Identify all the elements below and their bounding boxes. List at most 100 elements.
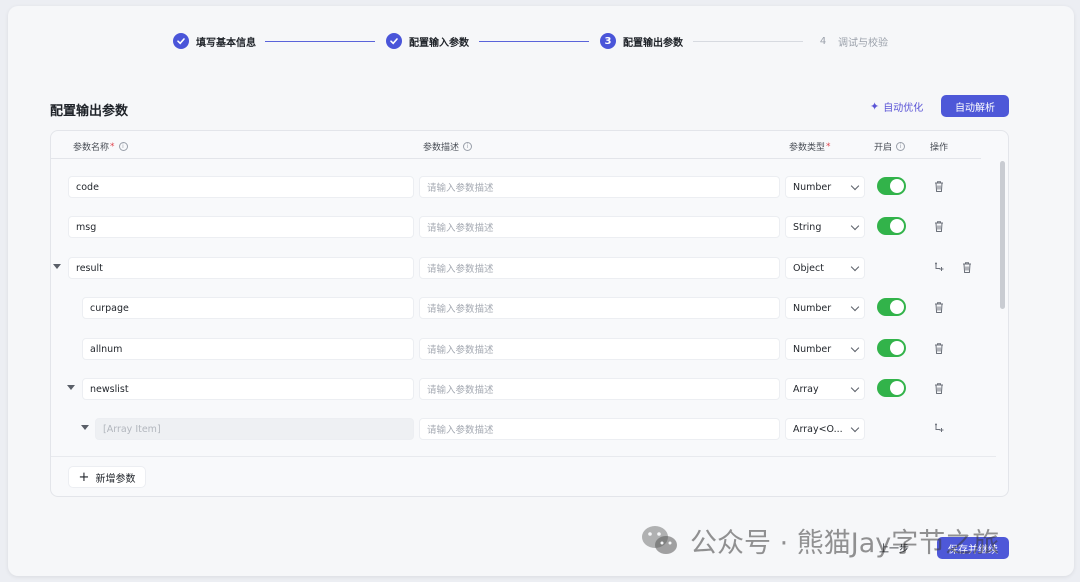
param-name-input[interactable]: result [68, 257, 414, 279]
required-mark: * [826, 141, 831, 152]
table-row: allnum 请输入参数描述 Number [51, 338, 981, 362]
enabled-toggle[interactable] [877, 339, 906, 357]
auto-parse-button[interactable]: 自动解析 [941, 95, 1009, 117]
auto-optimize-button[interactable]: ✦ 自动优化 [870, 99, 923, 114]
step-connector [479, 41, 589, 42]
auto-optimize-label: 自动优化 [883, 103, 924, 114]
trash-icon[interactable] [961, 261, 973, 274]
param-type-select[interactable]: Number [785, 297, 865, 319]
step-3[interactable]: 3 配置输出参数 [600, 30, 683, 52]
step-3-number: 3 [600, 33, 616, 49]
table-row: msg 请输入参数描述 String [51, 216, 981, 240]
table-row: newslist 请输入参数描述 Array [51, 378, 981, 402]
step-4-number: 4 [819, 35, 827, 47]
param-desc-input[interactable]: 请输入参数描述 [419, 338, 780, 360]
trash-icon[interactable] [933, 382, 945, 395]
table-scrollbar[interactable] [1000, 161, 1005, 309]
row-divider [51, 456, 996, 457]
table-row: result 请输入参数描述 Object [51, 257, 981, 281]
header-enabled: 开启 i [874, 140, 906, 153]
chevron-down-icon [850, 302, 860, 311]
sparkle-icon: ✦ [870, 100, 880, 113]
header-enabled-label: 开启 [874, 143, 893, 153]
param-name-input[interactable]: allnum [82, 338, 414, 360]
param-type-value: Number [793, 302, 832, 314]
param-type-select[interactable]: Number [785, 176, 865, 198]
param-desc-input[interactable]: 请输入参数描述 [419, 216, 780, 238]
step-connector [265, 41, 375, 42]
expand-caret-icon[interactable] [53, 264, 61, 269]
header-desc-label: 参数描述 [423, 143, 460, 153]
param-desc-input[interactable]: 请输入参数描述 [419, 418, 780, 440]
enabled-toggle[interactable] [877, 379, 906, 397]
param-name-input[interactable]: newslist [82, 378, 414, 400]
plus-icon: + [78, 469, 90, 485]
required-mark: * [110, 141, 115, 152]
param-desc-input[interactable]: 请输入参数描述 [419, 176, 780, 198]
param-type-value: String [793, 221, 822, 233]
param-desc-input[interactable]: 请输入参数描述 [419, 297, 780, 319]
header-name: 参数名称 * i [73, 140, 128, 153]
step-2-label: 配置输入参数 [409, 37, 469, 49]
chevron-down-icon [850, 423, 860, 432]
add-param-label: 新增参数 [95, 473, 136, 485]
step-4[interactable]: 4 调试与校验 [815, 30, 888, 52]
section-title: 配置输出参数 [50, 104, 129, 119]
chevron-down-icon [850, 383, 860, 392]
watermark-text: 公众号 · 熊猫Jay字节之旅 [690, 528, 1000, 559]
trash-icon[interactable] [933, 220, 945, 233]
trash-icon[interactable] [933, 342, 945, 355]
header-ops: 操作 [930, 143, 949, 153]
param-type-value: Number [793, 181, 832, 193]
enabled-toggle[interactable] [877, 177, 906, 195]
check-icon [386, 33, 402, 49]
chevron-down-icon [850, 343, 860, 352]
param-type-value: Number [793, 343, 832, 355]
chevron-down-icon [850, 262, 860, 271]
param-name-input[interactable]: code [68, 176, 414, 198]
param-name-input: [Array Item] [95, 418, 414, 440]
param-desc-input[interactable]: 请输入参数描述 [419, 378, 780, 400]
expand-caret-icon[interactable] [81, 425, 89, 430]
wechat-icon [642, 525, 677, 554]
param-type-value: Array [793, 383, 819, 395]
chevron-down-icon [850, 221, 860, 230]
header-type: 参数类型 * [789, 140, 831, 154]
step-1[interactable]: 填写基本信息 [173, 30, 256, 52]
chevron-down-icon [850, 181, 860, 190]
param-name-input[interactable]: curpage [82, 297, 414, 319]
table-row: code 请输入参数描述 Number [51, 176, 981, 200]
trash-icon[interactable] [933, 180, 945, 193]
step-1-label: 填写基本信息 [196, 37, 256, 49]
table-row: [Array Item] 请输入参数描述 Array<O... [51, 418, 981, 442]
info-icon[interactable]: i [896, 142, 906, 151]
step-connector [693, 41, 803, 42]
step-4-label: 调试与校验 [838, 37, 888, 49]
expand-caret-icon[interactable] [67, 385, 75, 390]
params-table: 参数名称 * i 参数描述 i 参数类型 * 开启 i 操作 code 请输入参数描… [50, 130, 1009, 497]
step-3-label: 配置输出参数 [623, 37, 683, 49]
add-child-icon[interactable] [933, 261, 945, 274]
param-type-value: Array<O... [793, 423, 843, 435]
enabled-toggle[interactable] [877, 217, 906, 235]
param-type-select[interactable]: Array [785, 378, 865, 400]
param-name-input[interactable]: msg [68, 216, 414, 238]
enabled-toggle[interactable] [877, 298, 906, 316]
param-type-select[interactable]: Number [785, 338, 865, 360]
table-header: 参数名称 * i 参数描述 i 参数类型 * 开启 i 操作 [51, 131, 981, 159]
watermark: 公众号 · 熊猫Jay字节之旅 [640, 521, 999, 560]
info-icon[interactable]: i [463, 142, 473, 151]
add-param-button[interactable]: + 新增参数 [68, 466, 146, 488]
add-child-icon[interactable] [933, 422, 945, 435]
param-type-select[interactable]: Array<O... [785, 418, 865, 440]
check-icon [173, 33, 189, 49]
param-type-value: Object [793, 262, 824, 274]
info-icon[interactable]: i [118, 142, 128, 151]
header-type-label: 参数类型 [789, 143, 826, 153]
param-type-select[interactable]: String [785, 216, 865, 238]
header-name-label: 参数名称 [73, 143, 110, 153]
step-2[interactable]: 配置输入参数 [386, 30, 469, 52]
param-type-select[interactable]: Object [785, 257, 865, 279]
trash-icon[interactable] [933, 301, 945, 314]
param-desc-input[interactable]: 请输入参数描述 [419, 257, 780, 279]
